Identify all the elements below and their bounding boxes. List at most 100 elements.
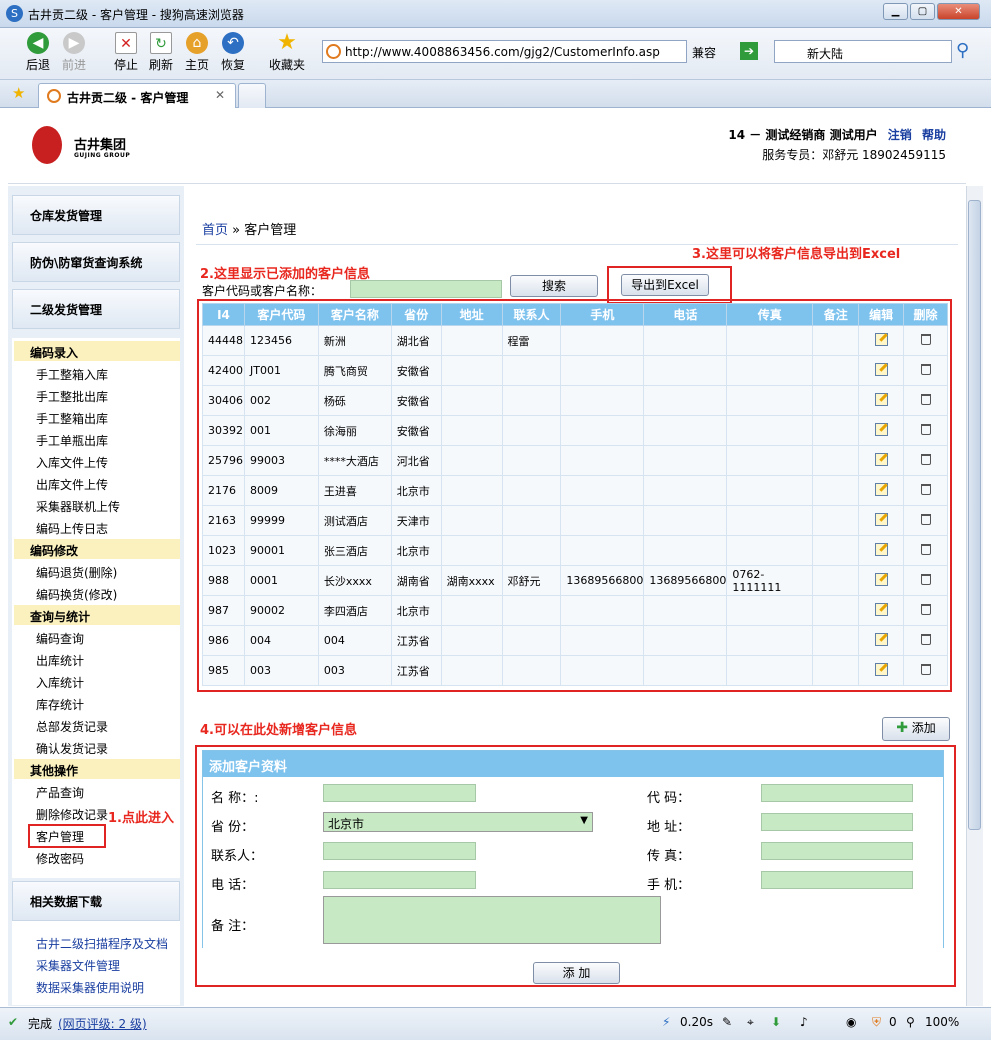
tab-close-icon[interactable]: ✕ <box>215 88 225 102</box>
highlight-box-customer-menu <box>28 824 106 848</box>
tab-customer-management[interactable]: 古井贡二级 - 客户管理 ✕ <box>38 83 236 108</box>
breadcrumb: 首页 » 客户管理 <box>202 223 297 238</box>
sidebar-item[interactable]: 编码查询 <box>36 627 84 647</box>
logo-mark <box>32 126 62 164</box>
sidebar-section-secondary[interactable]: 二级发货管理 <box>12 289 180 329</box>
maximize-button[interactable]: ▢ <box>910 3 935 20</box>
star-icon: ★ <box>277 30 297 55</box>
sidebar-item[interactable]: 手工整箱出库 <box>36 407 108 427</box>
sidebar-item[interactable]: 手工整批出库 <box>36 385 108 405</box>
page-rating-link[interactable]: (网页评级: 2 级) <box>58 1015 147 1032</box>
status-bar: ✔ 完成 (网页评级: 2 级) ⚡ 0.20s ✎ ⌖ ⬇ ♪ ◉ ⛨ 0 ⚲… <box>0 1007 991 1040</box>
sidebar-section-downloads[interactable]: 相关数据下载 <box>12 881 180 921</box>
tool-icon[interactable]: ✎ <box>722 1015 732 1029</box>
plus-icon: ✚ <box>896 720 908 736</box>
download-link[interactable]: 古井二级扫描程序及文档 <box>36 935 168 952</box>
highlight-box-form <box>195 745 956 987</box>
sidebar-item[interactable]: 确认发货记录 <box>36 737 108 757</box>
go-button[interactable]: ➔ <box>740 42 758 60</box>
download-icon[interactable]: ⬇ <box>771 1015 781 1029</box>
close-button[interactable]: ✕ <box>937 3 980 20</box>
tab-bar: ★ 古井贡二级 - 客户管理 ✕ <box>0 80 991 108</box>
sound-icon[interactable]: ♪ <box>800 1015 808 1029</box>
back-arrow-icon: ◀ <box>27 32 49 54</box>
restore-button[interactable]: ↶ 恢复 <box>213 32 253 73</box>
search-label: 客户代码或客户名称： <box>202 284 323 298</box>
sidebar-item[interactable]: 出库文件上传 <box>36 473 108 493</box>
logout-link[interactable]: 注销 <box>888 128 912 142</box>
sidebar-group-code-entry: 编码录入 <box>14 341 180 361</box>
minimize-button[interactable]: ▁ <box>883 3 908 20</box>
favorites-star-icon[interactable]: ★ <box>12 84 25 102</box>
service-contact: 服务专员：邓舒元 18902459115 <box>762 148 946 162</box>
mouse-icon[interactable]: ⌖ <box>747 1015 754 1030</box>
annotation-2: 2.这里显示已添加的客户信息 <box>200 267 370 282</box>
sidebar-item[interactable]: 编码退货(删除) <box>36 561 117 581</box>
sidebar-section-warehouse[interactable]: 仓库发货管理 <box>12 195 180 235</box>
search-button[interactable]: 搜索 <box>510 275 598 297</box>
search-input[interactable]: 新大陆 <box>774 40 952 63</box>
sidebar-item[interactable]: 出库统计 <box>36 649 84 669</box>
favorites-button[interactable]: ★ 收藏夹 <box>266 32 308 73</box>
shield-icon[interactable]: ⛨ <box>872 1015 881 1030</box>
search-magnifier-icon[interactable]: ⚲ <box>956 40 969 61</box>
forward-arrow-icon: ▶ <box>63 32 85 54</box>
speed-icon: ⚡ <box>662 1015 671 1029</box>
annotation-4: 4.可以在此处新增客户信息 <box>200 723 357 738</box>
blocked-count: 0 <box>889 1015 897 1029</box>
highlight-box-table <box>197 299 952 692</box>
load-time: 0.20s <box>680 1015 713 1029</box>
download-link[interactable]: 采集器文件管理 <box>36 957 120 974</box>
sidebar-item[interactable]: 手工整箱入库 <box>36 363 108 383</box>
scrollbar-thumb[interactable] <box>968 200 981 830</box>
undo-icon: ↶ <box>222 32 244 54</box>
sidebar-item[interactable]: 产品查询 <box>36 781 84 801</box>
site-shield-icon <box>326 44 341 59</box>
sidebar-item[interactable]: 手工单瓶出库 <box>36 429 108 449</box>
forward-button[interactable]: ▶ 前进 <box>54 32 94 73</box>
sidebar-item[interactable]: 修改密码 <box>36 847 84 867</box>
help-link[interactable]: 帮助 <box>922 128 946 142</box>
eye-icon[interactable]: ◉ <box>846 1015 856 1029</box>
refresh-button[interactable]: ↻ 刷新 <box>141 32 181 73</box>
new-tab-button[interactable] <box>238 83 266 108</box>
back-button[interactable]: ◀ 后退 <box>18 32 58 73</box>
compat-button[interactable]: 兼容 <box>692 44 716 61</box>
search-value: 新大陆 <box>807 47 844 61</box>
sidebar-item[interactable]: 删除修改记录 <box>36 803 108 823</box>
sidebar-item[interactable]: 入库文件上传 <box>36 451 108 471</box>
submit-add-button[interactable]: 添 加 <box>533 962 620 984</box>
add-customer-button[interactable]: ✚ 添加 <box>882 717 950 741</box>
annotation-1: 1.点此进入 <box>108 811 174 826</box>
sidebar-item[interactable]: 编码换货(修改) <box>36 583 117 603</box>
address-bar[interactable]: http://www.4008863456.com/gjg2/CustomerI… <box>322 40 687 63</box>
url-text: http://www.4008863456.com/gjg2/CustomerI… <box>345 45 660 59</box>
sidebar-item[interactable]: 编码上传日志 <box>36 517 108 537</box>
sidebar-item[interactable]: 库存统计 <box>36 693 84 713</box>
gujing-logo: 古井集团 GUJING GROUP <box>28 122 138 170</box>
status-text: 完成 <box>28 1017 53 1031</box>
refresh-icon: ↻ <box>150 32 172 54</box>
sidebar-item[interactable]: 入库统计 <box>36 671 84 691</box>
customer-search-input[interactable] <box>350 280 502 298</box>
sidebar-group-query: 查询与统计 <box>14 605 180 625</box>
browser-toolbar: ◀ 后退 ▶ 前进 ✕ 停止 ↻ 刷新 ⌂ 主页 ↶ 恢复 ★ 收藏夹 http://www.… <box>0 28 991 80</box>
browser-logo-icon: S <box>6 5 23 22</box>
annotation-3: 3.这里可以将客户信息导出到Excel <box>692 247 901 262</box>
sidebar-item[interactable]: 采集器联机上传 <box>36 495 120 515</box>
zoom-level[interactable]: 100% <box>925 1015 959 1029</box>
home-button[interactable]: ⌂ 主页 <box>177 32 217 73</box>
stop-button[interactable]: ✕ 停止 <box>106 32 146 73</box>
tab-favicon-icon <box>47 89 61 103</box>
breadcrumb-home[interactable]: 首页 <box>202 223 228 238</box>
page-header: 古井集团 GUJING GROUP 14 － 测试经销商 测试用户 注销 帮助 … <box>8 108 966 184</box>
sidebar-group-other: 其他操作 <box>14 759 180 779</box>
sidebar-section-anticounterfeit[interactable]: 防伪\防窜货查询系统 <box>12 242 180 282</box>
sidebar-item[interactable]: 总部发货记录 <box>36 715 108 735</box>
user-info: 14 － 测试经销商 测试用户 注销 帮助 <box>728 128 946 142</box>
zoom-icon[interactable]: ⚲ <box>906 1015 915 1029</box>
sidebar-group-code-modify: 编码修改 <box>14 539 180 559</box>
download-link[interactable]: 数据采集器使用说明 <box>36 979 144 996</box>
window-title: 古井贡二级 - 客户管理 - 搜狗高速浏览器 <box>28 8 244 22</box>
title-bar: S 古井贡二级 - 客户管理 - 搜狗高速浏览器 ▁ ▢ ✕ <box>0 0 991 28</box>
